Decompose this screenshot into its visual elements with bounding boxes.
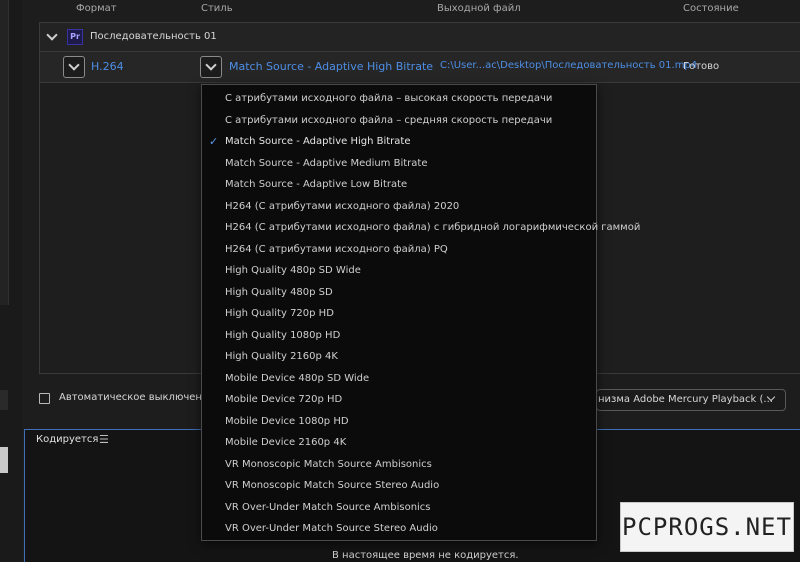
menu-item[interactable]: VR Monoscopic Match Source Stereo Audio [202, 475, 596, 496]
renderer-value: низма Adobe Mercury Playback (... [598, 394, 773, 405]
preset-dropdown-button[interactable] [200, 56, 222, 78]
chevron-down-icon[interactable] [46, 29, 58, 41]
menu-item-label: High Quality 720p HD [225, 308, 334, 319]
hamburger-icon[interactable]: ☰ [99, 433, 109, 446]
menu-item-label: Match Source - Adaptive High Bitrate [225, 136, 411, 147]
menu-item-label: High Quality 1080p HD [225, 329, 341, 341]
menu-item-label: H264 (С атрибутами исходного файла) PQ [225, 243, 448, 255]
menu-item[interactable]: ✓ Match Source - Adaptive High Bitrate [202, 131, 596, 152]
menu-item[interactable]: Match Source - Adaptive Low Bitrate [202, 174, 596, 195]
menu-item[interactable]: VR Monoscopic Match Source Ambisonics [202, 454, 596, 475]
premiere-icon: Pr [67, 29, 83, 45]
encoding-panel-title: Кодируется [36, 434, 99, 445]
menu-item[interactable]: High Quality 480p SD [202, 282, 596, 303]
status-text: Готово [683, 61, 720, 72]
watermark: PCPROGS.NET [620, 502, 794, 552]
menu-item[interactable]: Mobile Device 2160p 4K [202, 432, 596, 453]
menu-item[interactable]: High Quality 480p SD Wide [202, 260, 596, 281]
preset-dropdown-menu: С атрибутами исходного файла – высокая с… [201, 84, 640, 541]
column-header-format[interactable]: Формат [76, 3, 117, 14]
menu-item[interactable]: Mobile Device 480p SD Wide [202, 368, 596, 389]
menu-item[interactable]: High Quality 1080p HD [202, 325, 596, 346]
menu-item[interactable]: VR Over-Under Match Source Stereo Audio [202, 518, 596, 539]
left-panel-scroll[interactable] [0, 0, 9, 305]
menu-item[interactable]: Match Source - Adaptive Medium Bitrate [202, 153, 596, 174]
checkmark-icon: ✓ [209, 135, 219, 148]
menu-item-label: High Quality 480p SD Wide [225, 265, 361, 276]
sequence-name: Последовательность 01 [90, 31, 217, 42]
menu-item-label: VR Monoscopic Match Source Stereo Audio [225, 480, 440, 491]
menu-item-label: С атрибутами исходного файла – средняя с… [225, 114, 553, 126]
menu-item-label: High Quality 480p SD [225, 286, 333, 298]
menu-item-label: High Quality 2160p 4K [225, 351, 338, 362]
menu-item-label: VR Over-Under Match Source Stereo Audio [225, 523, 438, 534]
left-panel-field[interactable] [0, 447, 8, 473]
auto-shutdown-label: Автоматическое выключение [59, 392, 215, 403]
auto-shutdown-checkbox[interactable] [39, 393, 50, 404]
menu-item[interactable]: High Quality 720p HD [202, 303, 596, 324]
menu-item[interactable]: VR Over-Under Match Source Ambisonics [202, 497, 596, 518]
menu-item[interactable]: H264 (С атрибутами исходного файла) с ги… [202, 217, 640, 238]
menu-item-label: H264 (С атрибутами исходного файла) 2020 [225, 200, 460, 212]
menu-item[interactable]: Mobile Device 1080p HD [202, 411, 596, 432]
menu-item[interactable]: H264 (С атрибутами исходного файла) 2020 [202, 196, 596, 217]
menu-item-label: VR Over-Under Match Source Ambisonics [225, 501, 431, 513]
menu-item-label: H264 (С атрибутами исходного файла) с ги… [225, 222, 641, 233]
menu-item[interactable]: High Quality 2160p 4K [202, 346, 596, 367]
column-header-output[interactable]: Выходной файл [437, 3, 521, 14]
menu-item-label: Match Source - Adaptive Low Bitrate [225, 179, 408, 190]
menu-item-label: Mobile Device 720p HD [225, 394, 343, 405]
left-panel-edge [0, 0, 22, 561]
queue-item-row[interactable]: H.264 Match Source - Adaptive High Bitra… [40, 52, 800, 83]
preset-link[interactable]: Match Source - Adaptive High Bitrate [229, 60, 433, 73]
menu-item-label: Match Source - Adaptive Medium Bitrate [225, 157, 428, 169]
format-link[interactable]: H.264 [91, 60, 124, 73]
menu-item-label: С атрибутами исходного файла – высокая с… [225, 93, 553, 104]
sequence-row[interactable]: Pr Последовательность 01 [40, 23, 800, 52]
encoding-status-message: В настоящее время не кодируется. [332, 550, 519, 561]
renderer-select[interactable]: низма Adobe Mercury Playback (... [596, 389, 786, 411]
format-dropdown-button[interactable] [63, 56, 85, 78]
left-panel-control[interactable] [0, 390, 8, 410]
column-header-status[interactable]: Состояние [683, 3, 739, 14]
menu-item[interactable]: Mobile Device 720p HD [202, 389, 596, 410]
menu-item-label: Mobile Device 2160p 4K [225, 437, 347, 448]
menu-item-label: Mobile Device 480p SD Wide [225, 372, 370, 384]
output-file-link[interactable]: C:\User...ac\Desktop\Последовательность … [440, 60, 697, 71]
menu-item[interactable]: С атрибутами исходного файла – высокая с… [202, 88, 596, 109]
menu-item[interactable]: С атрибутами исходного файла – средняя с… [202, 110, 596, 131]
menu-item-label: Mobile Device 1080p HD [225, 415, 349, 427]
menu-item-label: VR Monoscopic Match Source Ambisonics [225, 458, 432, 470]
column-header-style[interactable]: Стиль [201, 3, 233, 14]
menu-item[interactable]: H264 (С атрибутами исходного файла) PQ [202, 239, 596, 260]
